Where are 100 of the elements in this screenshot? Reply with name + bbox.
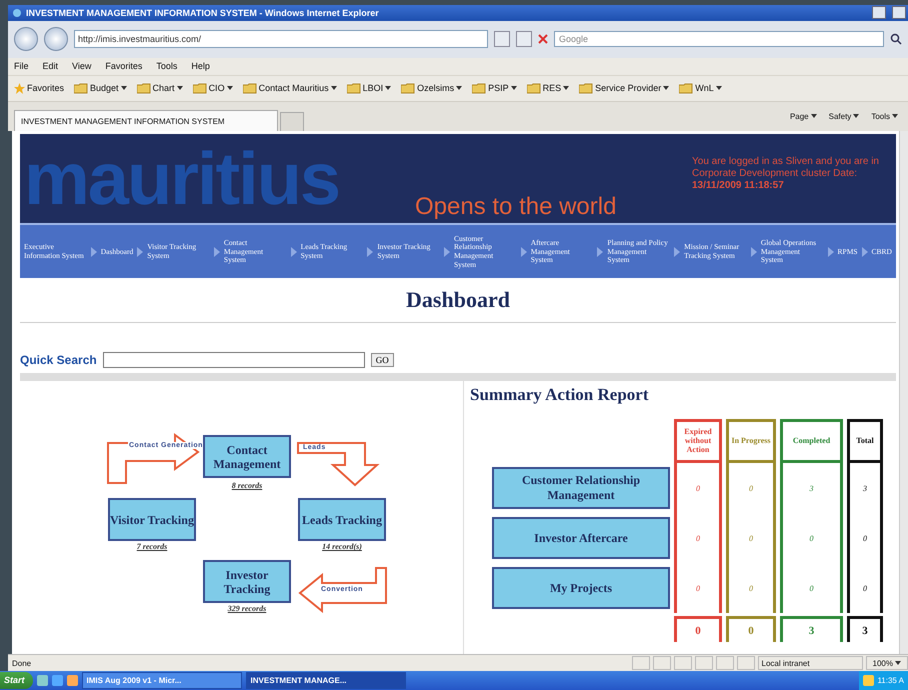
- category-button[interactable]: Customer Relationship Management: [492, 467, 670, 510]
- dropdown-button[interactable]: [494, 31, 510, 48]
- taskbar-button[interactable]: INVESTMENT MANAGE...: [246, 672, 406, 689]
- folder-icon: [192, 82, 207, 94]
- clock: 11:35 A: [877, 676, 904, 685]
- favorites-folder[interactable]: LBOI: [346, 82, 392, 94]
- scrollbar[interactable]: [899, 131, 908, 654]
- refresh-button[interactable]: [516, 31, 532, 48]
- folder-icon: [136, 82, 151, 94]
- count-cell: 0: [726, 513, 776, 564]
- logo-text: mauritius: [24, 142, 340, 216]
- category-button[interactable]: Investor Aftercare: [492, 517, 670, 560]
- favorites-folder[interactable]: Contact Mauritius: [242, 82, 337, 94]
- command-menu[interactable]: Tools: [871, 112, 898, 121]
- caret-icon: [456, 86, 462, 90]
- window-title: INVESTMENT MANAGEMENT INFORMATION SYSTEM - Windows Internet Explorer: [26, 8, 379, 18]
- module-button[interactable]: Contact Management: [203, 435, 291, 478]
- tray-icon[interactable]: [863, 674, 874, 686]
- app-icon[interactable]: [36, 674, 48, 686]
- caret-icon: [176, 86, 183, 90]
- stop-icon[interactable]: [538, 34, 548, 44]
- maximize-button[interactable]: [892, 6, 906, 20]
- favorites-folder[interactable]: Chart: [136, 82, 183, 94]
- app-icon[interactable]: [66, 674, 78, 686]
- app-icon[interactable]: [52, 674, 63, 686]
- favorites-folder[interactable]: WnL: [679, 82, 722, 94]
- count-cell: 0: [674, 563, 722, 614]
- start-button[interactable]: Start: [0, 672, 33, 689]
- column-header: Expired without Action: [674, 419, 722, 464]
- favorites-button[interactable]: Favorites: [14, 82, 64, 94]
- caret-icon: [810, 114, 817, 118]
- folder-icon: [526, 82, 541, 94]
- menu-item[interactable]: View: [72, 61, 92, 72]
- caret-icon: [663, 86, 670, 90]
- records-link[interactable]: 329 records: [197, 604, 297, 614]
- arrow-icon: [367, 246, 374, 257]
- module-button[interactable]: Leads Tracking: [298, 498, 386, 542]
- command-menu[interactable]: Page: [790, 112, 817, 121]
- arrow-icon: [520, 246, 527, 257]
- favorites-folder[interactable]: Budget: [74, 82, 127, 94]
- count-cell: 3: [780, 463, 843, 514]
- menu-item[interactable]: Help: [191, 61, 210, 72]
- menu-item[interactable]: Edit: [42, 61, 58, 72]
- total-cell: 3: [780, 616, 843, 642]
- status-text: Done: [12, 658, 32, 668]
- arrow-icon: [290, 246, 297, 257]
- browser-tab[interactable]: INVESTMENT MANAGEMENT INFORMATION SYSTEM: [14, 110, 278, 132]
- folder-icon: [242, 82, 257, 94]
- caret-icon: [716, 86, 722, 90]
- minimize-button[interactable]: [872, 6, 886, 20]
- menu-item[interactable]: Favorites: [105, 61, 142, 72]
- page-title: Dashboard: [20, 278, 896, 324]
- module-button[interactable]: Visitor Tracking: [108, 498, 196, 542]
- folder-icon: [74, 82, 88, 94]
- count-cell: 0: [780, 563, 843, 614]
- category-button[interactable]: My Projects: [492, 567, 670, 610]
- address-field[interactable]: http://imis.investmauritius.com/: [74, 30, 488, 48]
- arrow-icon: [750, 246, 757, 257]
- menu-item[interactable]: File: [14, 61, 29, 72]
- count-cell: 0: [847, 513, 883, 564]
- command-menu[interactable]: Safety: [828, 112, 860, 121]
- favorites-folder[interactable]: PSIP: [472, 82, 517, 94]
- zoom-control[interactable]: 100%: [866, 656, 908, 670]
- records-link[interactable]: 7 records: [102, 542, 202, 552]
- section-title: Summary Action Report: [470, 385, 650, 406]
- back-button[interactable]: [14, 27, 38, 52]
- caret-icon: [853, 114, 860, 118]
- new-tab-button[interactable]: [280, 112, 304, 132]
- count-cell: 0: [674, 513, 722, 564]
- star-icon: [14, 82, 25, 94]
- favorites-folder[interactable]: RES: [526, 82, 570, 94]
- records-link[interactable]: 14 record(s): [292, 542, 392, 552]
- caret-icon: [563, 86, 570, 90]
- caret-icon: [895, 661, 901, 666]
- arrow-icon: [597, 246, 604, 257]
- folder-icon: [579, 82, 594, 94]
- column-header: In Progress: [726, 419, 776, 464]
- search-icon[interactable]: [890, 33, 902, 46]
- count-cell: 0: [674, 463, 722, 514]
- count-cell: 0: [780, 513, 843, 564]
- zone-indicator: Local intranet: [758, 656, 863, 670]
- folder-icon: [401, 82, 416, 94]
- arrow-icon: [444, 246, 450, 257]
- go-button[interactable]: GO: [370, 353, 394, 368]
- caret-icon: [226, 86, 233, 90]
- arrow-icon: [862, 246, 868, 257]
- records-link[interactable]: 8 records: [197, 481, 297, 490]
- search-field[interactable]: Google: [554, 31, 884, 48]
- forward-button[interactable]: [44, 27, 68, 52]
- count-cell: 0: [726, 563, 776, 614]
- search-label: Quick Search: [20, 353, 97, 368]
- module-button[interactable]: Investor Tracking: [203, 560, 291, 604]
- count-cell: 0: [726, 463, 776, 514]
- search-field[interactable]: [102, 352, 365, 368]
- browser-icon: [12, 8, 22, 18]
- menu-item[interactable]: Tools: [156, 61, 178, 72]
- favorites-folder[interactable]: Ozelsims: [401, 82, 462, 94]
- address-text: http://imis.investmauritius.com/: [78, 34, 202, 44]
- favorites-folder[interactable]: Service Provider: [579, 82, 670, 94]
- favorites-folder[interactable]: CIO: [192, 82, 233, 94]
